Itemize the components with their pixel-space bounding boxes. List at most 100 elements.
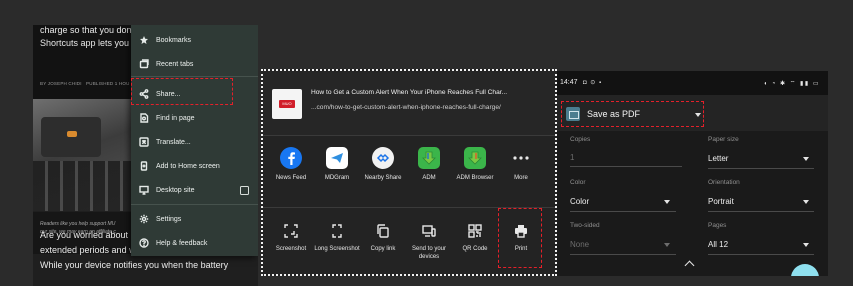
menu-item-label: Desktop site bbox=[156, 186, 195, 194]
more-dots-icon bbox=[510, 147, 532, 169]
nearby-share-icon bbox=[372, 147, 394, 169]
chevron-down-icon bbox=[803, 200, 809, 204]
byline-published: PUBLISHED 1 HOU bbox=[86, 81, 130, 86]
desktop-icon bbox=[139, 185, 149, 195]
pages-label: Pages bbox=[708, 222, 727, 229]
menu-item-find-in-page[interactable]: Find in page bbox=[131, 107, 258, 129]
action-qr-code[interactable]: QR Code bbox=[452, 223, 498, 254]
paper-size-underline bbox=[708, 168, 814, 169]
copies-underline bbox=[570, 166, 682, 167]
article-paragraph-line: Are you worried about le bbox=[40, 230, 138, 240]
paper-size-select[interactable]: Letter bbox=[708, 154, 728, 163]
color-label: Color bbox=[570, 179, 586, 186]
share-preview: MUO How to Get a Custom Alert When Your … bbox=[263, 71, 555, 135]
menu-item-settings[interactable]: Settings bbox=[131, 208, 258, 230]
share-page-url: ...com/how-to-get-custom-alert-when-ipho… bbox=[311, 104, 501, 111]
screenshot-icon bbox=[283, 223, 299, 239]
menu-item-label: Find in page bbox=[156, 114, 195, 122]
help-icon bbox=[139, 238, 149, 248]
chevron-down-icon bbox=[803, 157, 809, 161]
orientation-underline bbox=[708, 211, 814, 212]
color-select[interactable]: Color bbox=[570, 197, 589, 206]
facebook-icon bbox=[280, 147, 302, 169]
menu-item-translate[interactable]: Translate... bbox=[131, 131, 258, 153]
chevron-down-icon bbox=[664, 200, 670, 204]
menu-item-label: Add to Home screen bbox=[156, 162, 220, 170]
menu-item-label: Bookmarks bbox=[156, 36, 192, 44]
article-paragraph-line: While your device notifies you when the … bbox=[40, 260, 229, 270]
print-highlight-box bbox=[498, 208, 542, 268]
menu-item-bookmarks[interactable]: Bookmarks bbox=[131, 29, 258, 51]
share-app-label: News Feed bbox=[275, 175, 307, 181]
menu-item-desktop-site[interactable]: Desktop site bbox=[131, 179, 258, 201]
menu-item-label: Recent tabs bbox=[156, 60, 194, 68]
share-highlight-box bbox=[131, 78, 233, 105]
byline-author: BY JOSEPH CHIDI bbox=[40, 81, 82, 86]
mdgram-icon bbox=[326, 147, 348, 169]
menu-divider bbox=[131, 204, 258, 205]
share-app-label: Nearby Share bbox=[364, 175, 402, 181]
share-app-mdgram[interactable]: MDGram bbox=[314, 147, 360, 183]
menu-item-add-to-home[interactable]: Add to Home screen bbox=[131, 155, 258, 177]
page-thumbnail: MUO bbox=[272, 89, 302, 119]
copies-label: Copies bbox=[570, 136, 591, 143]
article-image bbox=[33, 99, 133, 211]
share-app-news-feed[interactable]: News Feed bbox=[268, 147, 314, 183]
qr-code-icon bbox=[467, 223, 483, 239]
translate-icon bbox=[139, 137, 149, 147]
pages-underline bbox=[708, 254, 814, 255]
share-app-adm-browser[interactable]: ADM Browser bbox=[452, 147, 498, 183]
pages-select[interactable]: All 12 bbox=[708, 240, 728, 249]
menu-item-recent-tabs[interactable]: Recent tabs bbox=[131, 53, 258, 75]
two-sided-label: Two-sided bbox=[570, 222, 600, 229]
share-page-title: How to Get a Custom Alert When Your iPho… bbox=[311, 89, 508, 96]
copies-input[interactable]: 1 bbox=[570, 153, 574, 162]
action-label: Screenshot bbox=[275, 246, 307, 252]
two-sided-select[interactable]: None bbox=[570, 240, 589, 249]
menu-item-label: Translate... bbox=[156, 138, 191, 146]
article-byline: BY JOSEPH CHIDI PUBLISHED 1 HOU bbox=[40, 81, 130, 86]
chevron-up-icon[interactable] bbox=[684, 260, 695, 271]
menu-item-label: Settings bbox=[156, 215, 182, 223]
star-icon bbox=[139, 35, 149, 45]
action-copy-link[interactable]: Copy link bbox=[360, 223, 406, 254]
action-label: QR Code bbox=[462, 246, 488, 252]
two-sided-underline bbox=[570, 254, 676, 255]
share-app-more[interactable]: More bbox=[498, 147, 544, 183]
share-app-adm[interactable]: ADM bbox=[406, 147, 452, 183]
action-screenshot[interactable]: Screenshot bbox=[268, 223, 314, 254]
long-screenshot-icon bbox=[329, 223, 345, 239]
screenshot-collage: charge so that you don't le Shortcuts ap… bbox=[0, 0, 853, 286]
article-text-line: charge so that you don't le bbox=[40, 25, 146, 35]
recent-tabs-icon bbox=[139, 59, 149, 69]
color-underline bbox=[570, 211, 676, 212]
share-app-label: ADM Browser bbox=[456, 175, 494, 181]
share-app-label: MDGram bbox=[324, 175, 350, 181]
menu-item-label: Help & feedback bbox=[156, 239, 208, 247]
status-bar: 14:47 ◘ ⊙ ▪ ◖ ◔ ✱ ⌔ ▮▮ ▭ bbox=[557, 71, 828, 95]
article-paragraph-line: extended periods and w bbox=[40, 245, 136, 255]
gear-icon bbox=[139, 214, 149, 224]
browser-panel: charge so that you don't le Shortcuts ap… bbox=[33, 25, 258, 286]
muo-logo: MUO bbox=[279, 100, 295, 108]
add-to-home-icon bbox=[139, 161, 149, 171]
share-divider bbox=[263, 135, 555, 136]
action-long-screenshot[interactable]: Long Screenshot bbox=[314, 223, 360, 254]
action-send-to-devices[interactable]: Send to your devices bbox=[406, 223, 452, 261]
overflow-menu: Bookmarks Recent tabs Share... Find in p… bbox=[131, 25, 258, 256]
share-app-label: More bbox=[514, 175, 528, 181]
adm-icon bbox=[418, 147, 440, 169]
action-label: Long Screenshot bbox=[314, 246, 360, 252]
download-pdf-button[interactable] bbox=[791, 264, 819, 276]
save-as-pdf-highlight-box bbox=[561, 101, 704, 127]
menu-item-help-feedback[interactable]: Help & feedback bbox=[131, 232, 258, 254]
desktop-site-checkbox[interactable] bbox=[240, 185, 249, 195]
share-app-label: ADM bbox=[422, 175, 436, 181]
action-label: Copy link bbox=[370, 246, 396, 252]
send-to-devices-icon bbox=[421, 223, 437, 239]
article-text-line: Shortcuts app lets you se bbox=[40, 38, 142, 48]
orientation-select[interactable]: Portrait bbox=[708, 197, 734, 206]
paper-size-label: Paper size bbox=[708, 136, 739, 143]
share-app-nearby-share[interactable]: Nearby Share bbox=[360, 147, 406, 183]
chevron-down-icon bbox=[664, 243, 670, 247]
